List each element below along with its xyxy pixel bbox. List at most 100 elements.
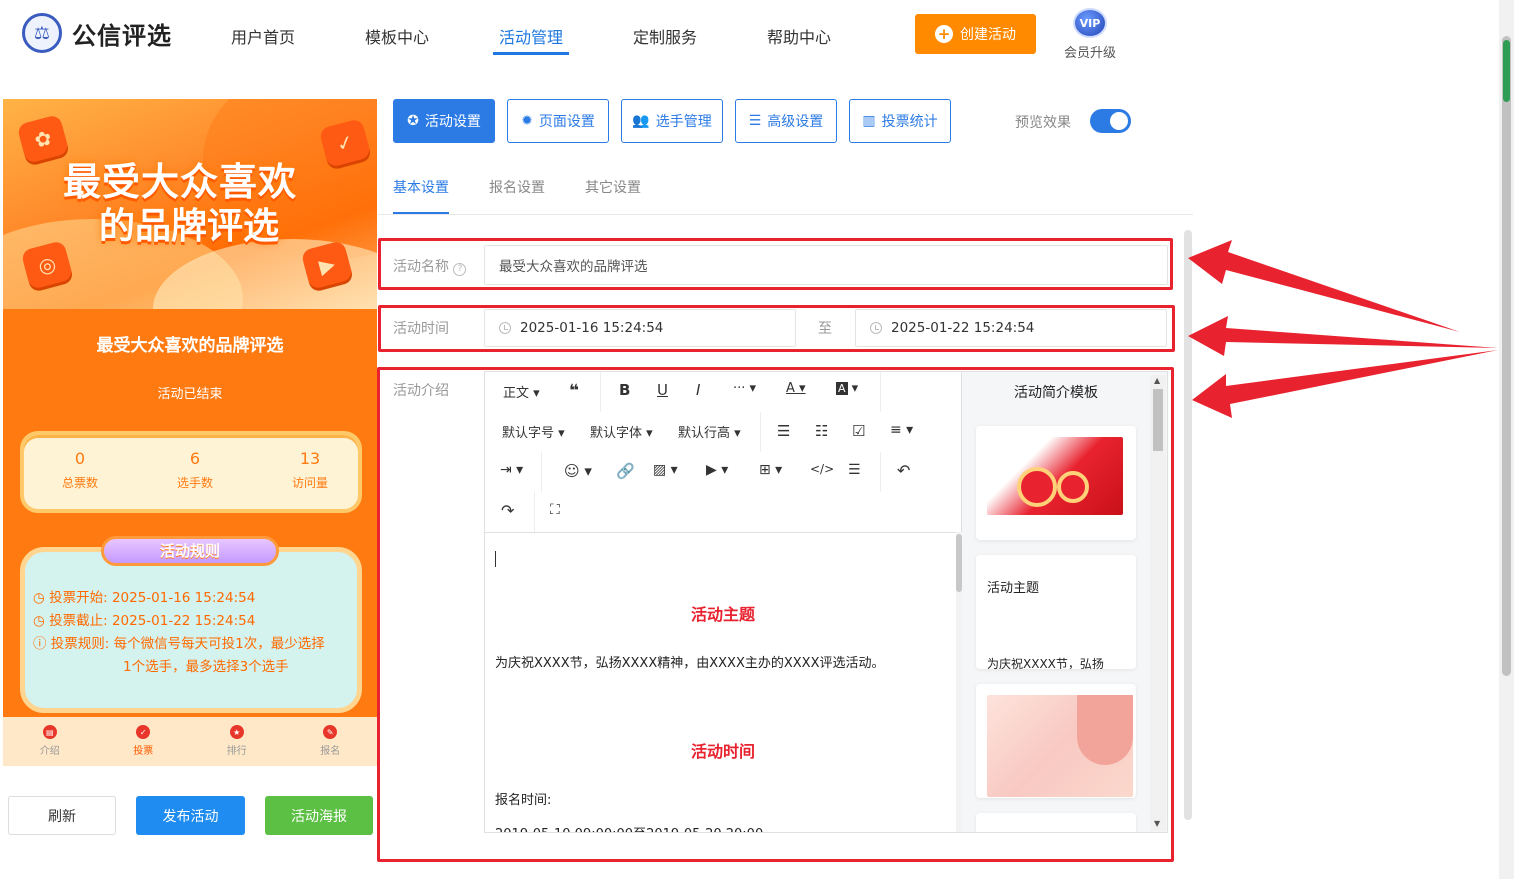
rule-policy: ⓘ 投票规则: 每个微信号每天可投1次，最少选择 xyxy=(33,636,325,652)
settings-list-icon: ☰ xyxy=(748,113,762,129)
stat-contestants: 6 选手数 xyxy=(176,449,213,490)
link-icon[interactable]: 🔗 xyxy=(616,462,635,480)
tab-contestant-management[interactable]: 👥 选手管理 xyxy=(621,99,723,143)
subtab-signup-settings[interactable]: 报名设置 xyxy=(489,177,545,197)
indent-icon[interactable]: ⇥ ▾ xyxy=(500,462,523,478)
stat-total-votes: 0 总票数 xyxy=(61,449,98,490)
preview-tab-intro[interactable]: ▤ 介绍 xyxy=(3,717,97,766)
subtab-basic-settings[interactable]: 基本设置 xyxy=(393,177,449,197)
stat-visits: 13 访问量 xyxy=(291,449,328,490)
code-icon[interactable]: </> xyxy=(810,462,834,476)
rich-text-editor: 正文 ▾ ❝ B U I ··· ▾ A ▾ A ▾ 默认字号 ▾ 默认字体 ▾… xyxy=(484,371,962,833)
nav-custom-service[interactable]: 定制服务 xyxy=(633,24,697,48)
font-family-dropdown[interactable]: 默认字体 ▾ xyxy=(590,422,653,441)
nav-active-underline xyxy=(493,52,569,55)
paragraph-style-dropdown[interactable]: 正文 ▾ xyxy=(503,382,540,401)
template-panel-scrollbar[interactable]: ▲ ▼ xyxy=(1150,375,1166,831)
video-icon[interactable]: ▶ ▾ xyxy=(706,462,728,478)
banner-title-line2: 的品牌评选 xyxy=(99,206,280,247)
background-color-icon[interactable]: A ▾ xyxy=(836,381,858,396)
template-card-1[interactable] xyxy=(976,426,1136,540)
more-icon[interactable]: ··· ▾ xyxy=(733,381,756,396)
rule-end: ◷ 投票截止: 2025-01-22 15:24:54 xyxy=(33,613,256,629)
refresh-button[interactable]: 刷新 xyxy=(8,796,116,835)
end-time-input[interactable]: 2025-01-22 15:24:54 xyxy=(855,309,1167,347)
clock-icon: ◷ xyxy=(33,590,50,606)
help-icon[interactable]: ? xyxy=(453,263,467,276)
gear-icon: ✹ xyxy=(521,113,533,129)
start-time-input[interactable]: 2025-01-16 15:24:54 xyxy=(484,309,796,347)
annotation-arrows xyxy=(1188,240,1498,418)
clock-icon xyxy=(870,322,882,334)
activity-name-input[interactable]: 最受大众喜欢的品牌评选 xyxy=(484,245,1168,285)
nav-activity-management[interactable]: 活动管理 xyxy=(499,24,563,48)
content-heading-time: 活动时间 xyxy=(690,742,755,761)
bar-chart-icon: ▥ xyxy=(862,113,876,129)
activity-poster-button[interactable]: 活动海报 xyxy=(265,796,373,835)
underline-icon[interactable]: U xyxy=(657,381,668,399)
preview-tab-vote[interactable]: ✓ 投票 xyxy=(97,717,191,766)
brand-name: 公信评选 xyxy=(72,21,172,50)
page-scrollbar-indicator xyxy=(1503,40,1510,102)
nav-help-center[interactable]: 帮助中心 xyxy=(767,24,831,48)
clock-icon: ◷ xyxy=(33,613,50,629)
page-scrollbar-thumb[interactable] xyxy=(1502,36,1511,676)
undo-icon[interactable]: ↶ xyxy=(897,461,910,480)
align-icon[interactable]: ≡ ▾ xyxy=(890,422,913,438)
preview-rules-card xyxy=(20,547,362,713)
preview-tabbar: ▤ 介绍 ✓ 投票 ★ 排行 ✎ 报名 xyxy=(3,717,377,766)
template-panel-title: 活动简介模板 xyxy=(1014,385,1098,401)
arrow-to-name xyxy=(1188,240,1460,332)
template-card-3[interactable] xyxy=(976,684,1136,798)
tab-activity-settings[interactable]: ✪ 活动设置 xyxy=(393,99,495,143)
font-size-dropdown[interactable]: 默认字号 ▾ xyxy=(502,422,565,441)
users-icon: 👥 xyxy=(632,113,650,129)
subtab-other-settings[interactable]: 其它设置 xyxy=(585,177,641,197)
preview-activity-status: 活动已结束 xyxy=(157,387,223,402)
todo-list-icon[interactable]: ☑ xyxy=(852,422,865,440)
tab-vote-statistics[interactable]: ▥ 投票统计 xyxy=(849,99,951,143)
template-thumbnail-1 xyxy=(987,437,1123,515)
create-activity-button[interactable]: + 创建活动 xyxy=(915,14,1036,54)
publish-activity-button[interactable]: 发布活动 xyxy=(136,796,245,835)
arrow-to-time xyxy=(1188,316,1498,356)
preview-toggle[interactable] xyxy=(1090,109,1131,133)
quote-icon[interactable]: ❝ xyxy=(569,381,579,401)
brand-logo[interactable]: ⚖ 公信评选 xyxy=(22,13,172,53)
emoji-icon[interactable]: ☺ ▾ xyxy=(564,462,592,480)
nav-home[interactable]: 用户首页 xyxy=(231,24,295,48)
numbered-list-icon[interactable]: ☷ xyxy=(815,422,828,440)
star-icon: ✪ xyxy=(407,113,419,129)
create-activity-label: 创建活动 xyxy=(960,27,1016,43)
template-2-text: 为庆祝XXXX节，弘扬 xyxy=(987,657,1104,669)
info-icon: ⓘ xyxy=(33,636,51,652)
italic-icon[interactable]: I xyxy=(696,381,700,399)
vip-upgrade[interactable]: VIP 会员升级 xyxy=(1060,8,1120,61)
top-header: ⚖ 公信评选 用户首页 模板中心 活动管理 定制服务 帮助中心 + 创建活动 V… xyxy=(0,0,1500,70)
arrow-to-intro xyxy=(1192,350,1498,418)
preview-toggle-label: 预览效果 xyxy=(1015,115,1071,131)
font-color-icon[interactable]: A ▾ xyxy=(786,381,806,396)
bold-icon[interactable]: B xyxy=(619,381,630,399)
template-2-title: 活动主题 xyxy=(987,581,1040,596)
nav-templates[interactable]: 模板中心 xyxy=(365,24,429,48)
template-card-2[interactable]: 活动主题 为庆祝XXXX节，弘扬 xyxy=(976,555,1136,669)
tab-advanced-settings[interactable]: ☰ 高级设置 xyxy=(735,99,837,143)
fullscreen-icon[interactable]: ⛶ xyxy=(550,502,560,518)
table-icon[interactable]: ⊞ ▾ xyxy=(759,462,782,478)
editor-content-area[interactable]: 活动主题 为庆祝XXXX节，弘扬XXXX精神，由XXXX主办的XXXX评选活动。… xyxy=(485,532,961,832)
page-scrollbar[interactable] xyxy=(1499,0,1514,879)
content-paragraph-signup: 报名时间: xyxy=(495,793,552,808)
preview-stats-card: 0 总票数 6 选手数 13 访问量 xyxy=(20,431,362,513)
signup-icon: ✎ xyxy=(323,725,338,739)
template-card-4[interactable] xyxy=(976,813,1136,832)
line-height-dropdown[interactable]: 默认行高 ▾ xyxy=(678,422,741,441)
bullet-list-icon[interactable]: ☰ xyxy=(777,422,790,440)
preview-tab-signup[interactable]: ✎ 报名 xyxy=(284,717,378,766)
redo-icon[interactable]: ↷ xyxy=(501,501,514,520)
time-separator: 至 xyxy=(818,321,832,337)
divider-icon[interactable]: ☰ xyxy=(848,462,861,478)
tab-page-settings[interactable]: ✹ 页面设置 xyxy=(507,99,609,143)
preview-tab-rank[interactable]: ★ 排行 xyxy=(190,717,284,766)
image-icon[interactable]: ▨ ▾ xyxy=(653,462,678,478)
